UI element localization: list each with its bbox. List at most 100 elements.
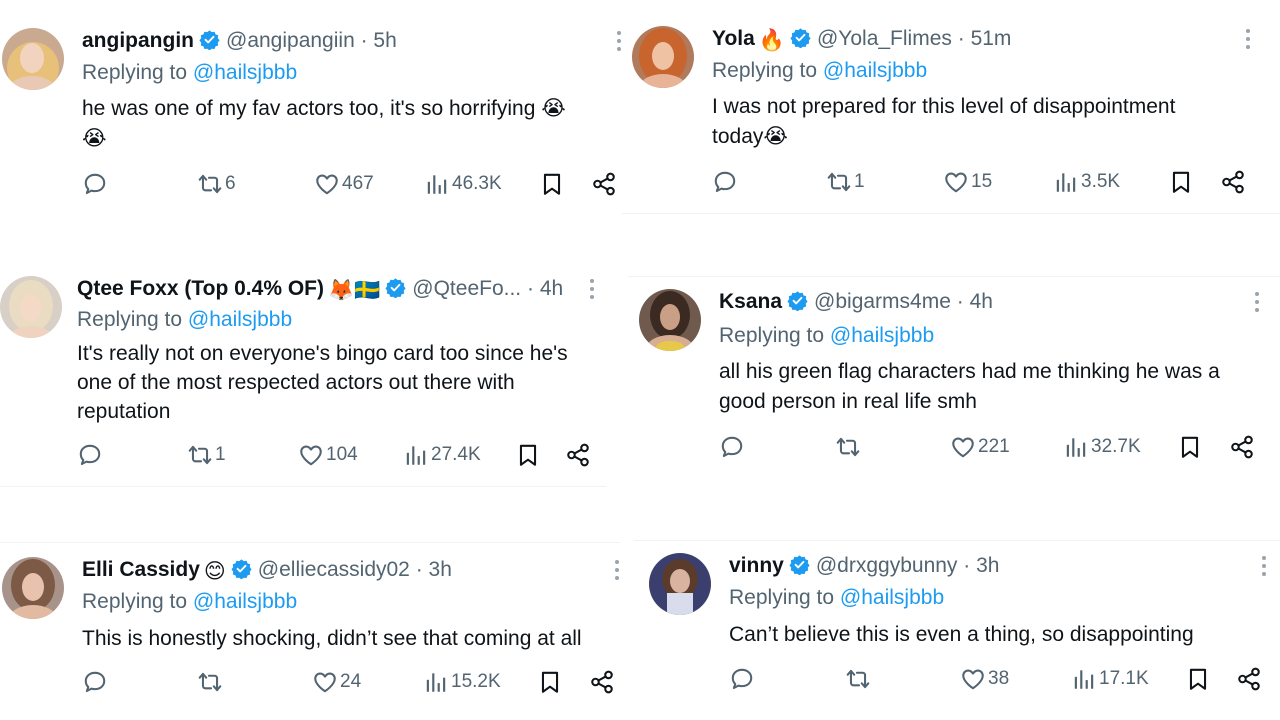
retweet-button[interactable]: 6 xyxy=(197,171,236,197)
share-button[interactable] xyxy=(589,669,615,695)
like-button[interactable]: 221 xyxy=(950,434,1010,460)
divider xyxy=(0,542,620,543)
heart-icon xyxy=(950,434,976,460)
more-dots-icon[interactable] xyxy=(616,30,622,52)
share-icon xyxy=(565,442,591,468)
retweet-button[interactable] xyxy=(835,434,863,460)
share-button[interactable] xyxy=(1229,434,1255,460)
avatar[interactable] xyxy=(632,26,694,88)
reply-button[interactable] xyxy=(729,666,755,692)
display-name[interactable]: Qtee Foxx (Top 0.4% OF) xyxy=(77,277,324,300)
reply-button[interactable] xyxy=(77,442,103,468)
reply-button[interactable] xyxy=(82,669,108,695)
name-emoji: 😊 xyxy=(203,560,226,583)
views-button[interactable]: 15.2K xyxy=(423,669,501,695)
more-dots-icon[interactable] xyxy=(614,559,620,581)
bookmark-icon xyxy=(515,442,541,468)
share-button[interactable] xyxy=(565,442,591,468)
user-handle[interactable]: @drxggybunny xyxy=(816,554,958,577)
share-button[interactable] xyxy=(591,171,617,197)
replying-to-handle[interactable]: @hailsjbbb xyxy=(193,61,297,84)
reply-button[interactable] xyxy=(82,171,108,197)
verified-badge-icon xyxy=(199,29,220,50)
display-name[interactable]: vinny xyxy=(729,554,784,577)
user-handle[interactable]: @Yola_Flimes xyxy=(817,27,952,50)
avatar[interactable] xyxy=(649,553,711,615)
tweet-header: Ksana @bigarms4me · 4h xyxy=(719,289,993,315)
replying-to-handle[interactable]: @hailsjbbb xyxy=(193,590,297,613)
more-dots-icon[interactable] xyxy=(1245,28,1251,50)
bookmark-button[interactable] xyxy=(1168,169,1194,195)
tweet-text: Can’t believe this is even a thing, so d… xyxy=(729,620,1194,650)
tweet-card[interactable]: angipangin @angipangiin · 5h Replying to … xyxy=(2,28,622,208)
display-name[interactable]: Yola xyxy=(712,27,755,50)
like-button[interactable]: 15 xyxy=(943,169,992,195)
replying-to-handle[interactable]: @hailsjbbb xyxy=(188,308,292,331)
retweet-button[interactable]: 1 xyxy=(187,442,226,468)
tweet-card[interactable]: Qtee Foxx (Top 0.4% OF) 🦊🇸🇪 @QteeFo... · 4… xyxy=(0,276,610,476)
retweet-icon xyxy=(187,442,213,468)
heart-icon xyxy=(314,171,340,197)
share-button[interactable] xyxy=(1220,169,1246,195)
like-count: 467 xyxy=(342,173,374,194)
replying-to-handle[interactable]: @hailsjbbb xyxy=(830,324,934,347)
timestamp[interactable]: 4h xyxy=(540,277,563,300)
user-handle[interactable]: @bigarms4me xyxy=(814,290,951,313)
replying-to-handle[interactable]: @hailsjbbb xyxy=(823,59,927,82)
tweet-text-line: reputation xyxy=(77,400,171,423)
display-name[interactable]: Elli Cassidy xyxy=(82,558,200,581)
user-handle[interactable]: @angipangiin xyxy=(226,29,355,52)
reply-button[interactable] xyxy=(719,434,745,460)
share-icon xyxy=(589,669,615,695)
timestamp[interactable]: 51m xyxy=(971,27,1012,50)
timestamp[interactable]: 4h xyxy=(970,290,993,313)
user-handle[interactable]: @QteeFo... xyxy=(412,277,521,300)
like-button[interactable]: 38 xyxy=(960,666,1009,692)
tweet-card[interactable]: vinny @drxggybunny · 3h Replying to @hail… xyxy=(649,553,1274,713)
bookmark-icon xyxy=(1177,434,1203,460)
retweet-button[interactable] xyxy=(197,669,225,695)
like-button[interactable]: 24 xyxy=(312,669,361,695)
tweet-card[interactable]: Yola 🔥 @Yola_Flimes · 51m Replying to @hai… xyxy=(632,26,1272,206)
avatar[interactable] xyxy=(2,28,64,90)
retweet-icon xyxy=(826,169,852,195)
views-button[interactable]: 32.7K xyxy=(1063,434,1141,460)
bookmark-button[interactable] xyxy=(537,669,563,695)
share-button[interactable] xyxy=(1236,666,1262,692)
more-dots-icon[interactable] xyxy=(589,278,595,300)
views-button[interactable]: 46.3K xyxy=(424,171,502,197)
views-button[interactable]: 3.5K xyxy=(1053,169,1120,195)
bookmark-button[interactable] xyxy=(515,442,541,468)
retweet-button[interactable] xyxy=(845,666,873,692)
replying-to-handle[interactable]: @hailsjbbb xyxy=(840,586,944,609)
timestamp[interactable]: 3h xyxy=(976,554,999,577)
tweet-actions: 6 467 46.3K xyxy=(82,171,622,201)
bookmark-button[interactable] xyxy=(1185,666,1211,692)
tweet-card[interactable]: Ksana @bigarms4me · 4h Replying to @hails… xyxy=(639,289,1274,469)
reply-button[interactable] xyxy=(712,169,738,195)
timestamp[interactable]: 3h xyxy=(429,558,452,581)
bookmark-button[interactable] xyxy=(539,171,565,197)
share-icon xyxy=(1236,666,1262,692)
more-dots-icon[interactable] xyxy=(1254,291,1260,313)
replying-to-label: Replying to xyxy=(729,586,840,609)
more-dots-icon[interactable] xyxy=(1261,555,1267,577)
avatar[interactable] xyxy=(0,276,62,338)
bookmark-button[interactable] xyxy=(1177,434,1203,460)
verified-badge-icon xyxy=(787,290,808,311)
verified-badge-icon xyxy=(231,558,252,579)
like-button[interactable]: 104 xyxy=(298,442,358,468)
tweet-card[interactable]: Elli Cassidy 😊 @elliecassidy02 · 3h Replyi… xyxy=(2,557,627,717)
views-button[interactable]: 27.4K xyxy=(403,442,481,468)
views-button[interactable]: 17.1K xyxy=(1071,666,1149,692)
avatar[interactable] xyxy=(2,557,64,619)
like-count: 24 xyxy=(340,671,362,692)
avatar[interactable] xyxy=(639,289,701,351)
user-handle[interactable]: @elliecassidy02 xyxy=(258,558,410,581)
display-name[interactable]: angipangin xyxy=(82,29,194,52)
display-name[interactable]: Ksana xyxy=(719,290,782,313)
timestamp[interactable]: 5h xyxy=(373,29,396,52)
tweet-actions: 221 32.7K xyxy=(719,434,1259,464)
like-button[interactable]: 467 xyxy=(314,171,374,197)
retweet-button[interactable]: 1 xyxy=(826,169,865,195)
